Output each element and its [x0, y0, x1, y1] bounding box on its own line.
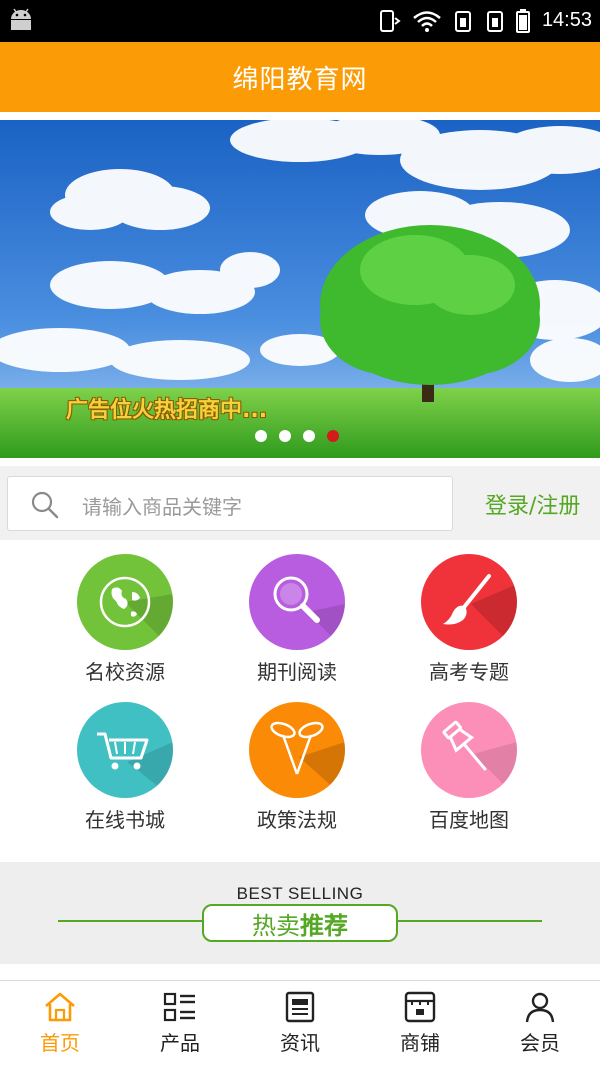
content-spacer	[0, 964, 600, 980]
grid-label: 百度地图	[429, 808, 509, 832]
map-pin-icon	[421, 702, 517, 798]
search-icon	[31, 491, 59, 519]
nav-label: 商铺	[400, 1031, 440, 1055]
banner-dot[interactable]	[255, 430, 267, 442]
status-bar: 14:53	[0, 0, 600, 42]
home-icon	[45, 992, 75, 1022]
grid-item-gaokao-topics[interactable]: 高考专题	[399, 554, 539, 685]
banner-pagination	[255, 430, 339, 442]
android-icon	[11, 8, 31, 30]
wifi-icon	[413, 11, 441, 32]
vibrate-icon	[380, 10, 401, 32]
banner-dot[interactable]	[303, 430, 315, 442]
battery-icon	[516, 9, 530, 33]
grid-item-baidu-map[interactable]: 百度地图	[399, 702, 539, 833]
grid-label: 高考专题	[429, 660, 509, 684]
grid-label: 期刊阅读	[257, 660, 337, 684]
banner-dot-active[interactable]	[327, 430, 339, 442]
bottom-nav: 首页 产品 资讯 商铺 会员	[0, 980, 600, 1067]
clock: 14:53	[541, 9, 592, 31]
nav-label: 产品	[160, 1031, 200, 1055]
paintbrush-icon	[421, 554, 517, 650]
nav-stores[interactable]: 商铺	[360, 981, 480, 1067]
grid-item-famous-schools[interactable]: 名校资源	[55, 554, 195, 685]
grid-label: 名校资源	[85, 660, 165, 684]
store-icon	[404, 991, 436, 1023]
banner-carousel[interactable]: 广告位火热招商中...	[0, 120, 600, 458]
magnifier-icon	[249, 554, 345, 650]
grid-item-policies-regulations[interactable]: 政策法规	[227, 702, 367, 833]
list-grid-icon	[163, 992, 195, 1022]
section-title: 热卖 推荐	[202, 904, 398, 942]
page-title: 绵阳教育网	[232, 64, 368, 95]
nav-label: 资讯	[280, 1031, 320, 1055]
nav-label: 会员	[520, 1031, 560, 1055]
category-grid: 名校资源 期刊阅读 高考专题 在线书城 政策法规 百度地图	[0, 540, 600, 862]
section-title-part1: 热卖	[252, 911, 300, 940]
nav-home[interactable]: 首页	[0, 981, 120, 1067]
grid-item-journal-reading[interactable]: 期刊阅读	[227, 554, 367, 685]
user-icon	[525, 992, 555, 1023]
section-subtitle: BEST SELLING	[236, 884, 364, 903]
best-selling-section: BEST SELLING 热卖 推荐	[0, 862, 600, 964]
shopping-cart-icon	[77, 702, 173, 798]
divider-left	[58, 920, 202, 922]
section-title-part2: 推荐	[300, 911, 348, 940]
signal-sim2-icon	[487, 11, 503, 32]
pushpins-icon	[249, 702, 345, 798]
search-input[interactable]: 请输入商品关键字	[7, 476, 453, 531]
nav-news[interactable]: 资讯	[240, 981, 360, 1067]
banner-ad-text: 广告位火热招商中...	[66, 398, 268, 423]
banner-dot[interactable]	[279, 430, 291, 442]
app-header: 绵阳教育网	[0, 42, 600, 112]
grid-label: 政策法规	[257, 808, 337, 832]
news-icon	[285, 991, 315, 1023]
nav-products[interactable]: 产品	[120, 981, 240, 1067]
grid-item-online-bookstore[interactable]: 在线书城	[55, 702, 195, 833]
signal-sim1-icon	[455, 11, 471, 32]
globe-icon	[77, 554, 173, 650]
login-register-link[interactable]: 登录/注册	[485, 488, 580, 520]
grid-label: 在线书城	[85, 808, 165, 832]
nav-member[interactable]: 会员	[480, 981, 600, 1067]
divider-right	[398, 920, 542, 922]
nav-label: 首页	[40, 1031, 80, 1055]
search-placeholder: 请输入商品关键字	[82, 495, 242, 519]
search-row: 请输入商品关键字 登录/注册	[0, 466, 600, 540]
